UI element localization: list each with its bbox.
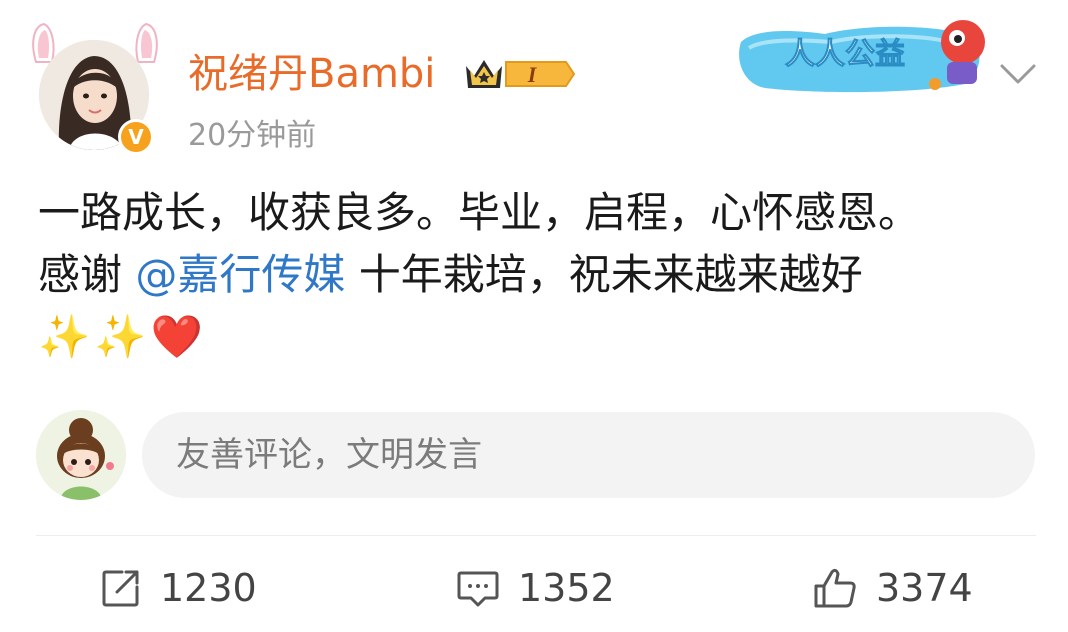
- chevron-down-icon[interactable]: [996, 56, 1040, 92]
- repost-button[interactable]: 1230: [100, 562, 257, 614]
- current-user-avatar[interactable]: [36, 410, 126, 500]
- post-text-segment: 十年栽培，祝未来越来越好: [345, 250, 863, 299]
- charity-badge[interactable]: 人人公益: [735, 14, 991, 96]
- comment-placeholder: 友善评论，文明发言: [176, 435, 482, 475]
- divider: [36, 535, 1036, 536]
- post-text-line: 一路成长，收获良多。毕业，启程，心怀感恩。: [38, 188, 921, 237]
- share-icon: [102, 570, 139, 607]
- cartoon-avatar-image: [36, 410, 126, 500]
- author-avatar-group[interactable]: V: [30, 22, 160, 162]
- post-timestamp: 20分钟前: [188, 118, 317, 153]
- post-text-line: 感谢 @嘉行传媒 十年栽培，祝未来越来越好: [38, 244, 1048, 306]
- verified-icon: V: [118, 119, 154, 155]
- emoji-row: ✨ ✨ ❤️: [38, 306, 1048, 368]
- post-body: 一路成长，收获良多。毕业，启程，心怀感恩。 感谢 @嘉行传媒 十年栽培，祝未来越…: [38, 182, 1048, 368]
- post-text-segment: 感谢: [38, 250, 136, 299]
- comment-input[interactable]: 友善评论，文明发言: [142, 412, 1035, 498]
- vip-level-label: I: [527, 62, 538, 87]
- charity-badge-label: 人人公益: [785, 37, 905, 72]
- heart-emoji: ❤️: [150, 312, 203, 361]
- crown-icon[interactable]: I: [462, 52, 578, 96]
- mention-link[interactable]: @嘉行传媒: [135, 250, 345, 299]
- like-button[interactable]: 3374: [812, 562, 973, 614]
- sparkles-emoji: ✨: [38, 312, 91, 361]
- thumbs-up-icon: [814, 568, 856, 608]
- sparkles-emoji: ✨: [94, 312, 147, 361]
- comment-count: 1352: [518, 566, 615, 610]
- comment-button[interactable]: 1352: [456, 562, 615, 614]
- author-name[interactable]: 祝绪丹Bambi: [188, 46, 435, 102]
- comment-icon: [457, 571, 499, 607]
- like-count: 3374: [876, 566, 973, 610]
- repost-count: 1230: [160, 566, 257, 610]
